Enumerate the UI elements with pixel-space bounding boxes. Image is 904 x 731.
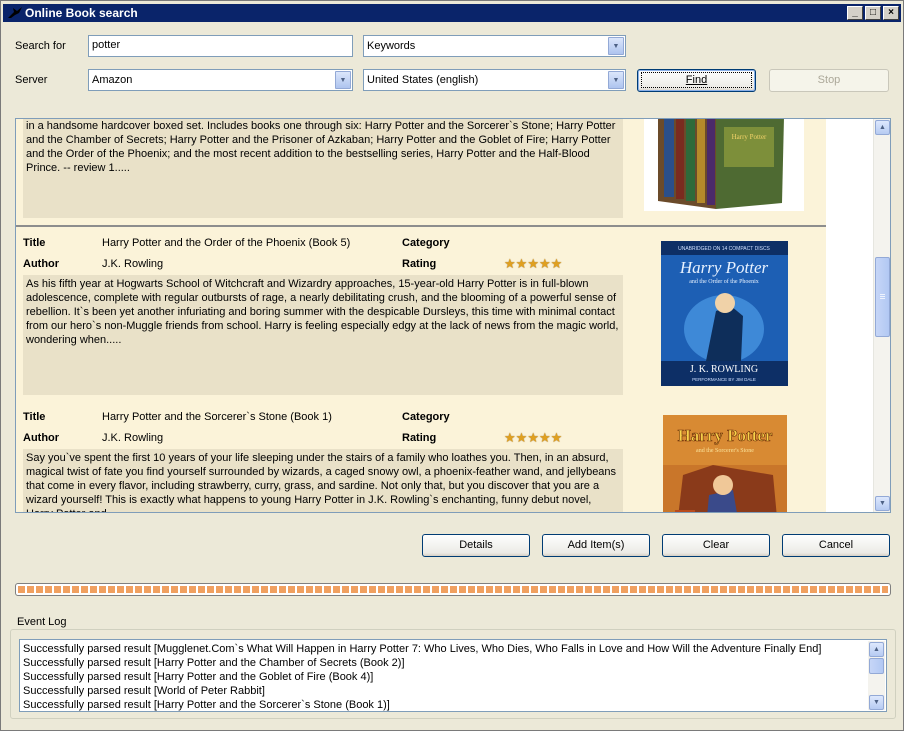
star-icon: ★ — [527, 430, 539, 445]
rating-stars: ★ ★ ★ ★ ★ — [504, 431, 562, 444]
event-log-scrollbar[interactable]: ▲ ▼ — [868, 641, 885, 710]
event-log-list[interactable]: Successfully parsed result [Mugglenet.Co… — [19, 639, 887, 712]
star-icon: ★ — [515, 256, 528, 271]
scroll-down-icon[interactable]: ▼ — [869, 695, 884, 710]
close-button[interactable]: × — [883, 6, 899, 20]
chevron-down-icon[interactable]: ▼ — [335, 71, 351, 89]
order-of-phoenix-cover-image: UNABRIDGED ON 14 COMPACT DISCS Harry Pot… — [661, 241, 788, 386]
svg-text:Harry Potter: Harry Potter — [732, 133, 767, 141]
scroll-up-icon[interactable]: ▲ — [869, 642, 884, 657]
log-line: Successfully parsed result [Harry Potter… — [23, 671, 374, 683]
server-label: Server — [15, 74, 48, 86]
star-icon: ★ — [538, 430, 551, 445]
find-button-label: Find — [685, 74, 708, 86]
result-title: Harry Potter and the Order of the Phoeni… — [102, 237, 351, 249]
title-bar[interactable]: Online Book search _ □ × — [3, 4, 901, 22]
category-label: Category — [402, 237, 450, 249]
svg-text:and the Order of the Phoenix: and the Order of the Phoenix — [689, 278, 758, 285]
stop-button[interactable]: Stop — [769, 69, 889, 92]
scroll-up-icon[interactable]: ▲ — [875, 120, 890, 135]
bird-icon — [8, 7, 22, 18]
log-line: Successfully parsed result [World of Pet… — [23, 685, 265, 697]
star-icon: ★ — [515, 430, 528, 445]
svg-text:J. K. ROWLING: J. K. ROWLING — [690, 364, 758, 375]
result-author: J.K. Rowling — [102, 258, 164, 270]
scroll-thumb[interactable] — [875, 257, 890, 337]
svg-text:and the Sorcerer's Stone: and the Sorcerer's Stone — [696, 448, 754, 454]
details-button[interactable]: Details — [422, 534, 530, 557]
star-icon: ★ — [527, 256, 539, 271]
result-item[interactable]: in a handsome hardcover boxed set. Inclu… — [16, 119, 826, 227]
svg-text:Harry Potter: Harry Potter — [678, 426, 773, 445]
star-icon: ★ — [504, 256, 516, 271]
results-scrollbar[interactable]: ▲ ▼ — [873, 119, 890, 512]
result-description: Say you`ve spent the first 10 years of y… — [23, 449, 623, 512]
scroll-thumb[interactable] — [869, 658, 884, 674]
title-label: Title — [23, 411, 46, 423]
maximize-button[interactable]: □ — [865, 6, 881, 20]
star-icon: ★ — [504, 430, 516, 445]
result-title: Harry Potter and the Sorcerer`s Stone (B… — [102, 411, 332, 423]
star-icon: ★ — [538, 256, 551, 271]
log-line: Successfully parsed result [Harry Potter… — [23, 657, 405, 669]
clear-button[interactable]: Clear — [662, 534, 770, 557]
search-field-select[interactable]: Keywords ▼ — [363, 35, 626, 57]
result-description: As his fifth year at Hogwarts School of … — [23, 275, 623, 395]
event-log-title: Event Log — [15, 616, 69, 628]
server-value: Amazon — [92, 74, 133, 86]
search-input[interactable]: potter — [88, 35, 353, 57]
result-item[interactable]: Title Harry Potter and the Sorcerer`s St… — [16, 401, 826, 512]
find-button[interactable]: Find — [637, 69, 756, 92]
chevron-down-icon[interactable]: ▼ — [608, 37, 624, 55]
search-for-label: Search for — [15, 40, 66, 52]
server-select[interactable]: Amazon ▼ — [88, 69, 353, 91]
progress-bar — [15, 583, 891, 596]
svg-text:UNABRIDGED ON 14 COMPACT DISCS: UNABRIDGED ON 14 COMPACT DISCS — [678, 246, 770, 252]
rating-stars: ★ ★ ★ ★ ★ — [504, 257, 562, 270]
minimize-button[interactable]: _ — [847, 6, 863, 20]
boxed-set-cover-image: Harry Potter — [644, 119, 804, 211]
locale-value: United States (english) — [367, 74, 479, 86]
category-label: Category — [402, 411, 450, 423]
rating-label: Rating — [402, 258, 437, 270]
result-author: J.K. Rowling — [102, 432, 164, 444]
star-icon: ★ — [550, 430, 563, 445]
cancel-button[interactable]: Cancel — [782, 534, 890, 557]
locale-select[interactable]: United States (english) ▼ — [363, 69, 626, 91]
results-viewport: in a handsome hardcover boxed set. Inclu… — [16, 119, 826, 512]
result-item[interactable]: Title Harry Potter and the Order of the … — [16, 227, 826, 403]
star-icon: ★ — [550, 256, 563, 271]
result-description: in a handsome hardcover boxed set. Inclu… — [23, 119, 623, 218]
author-label: Author — [23, 258, 60, 270]
results-list[interactable]: in a handsome hardcover boxed set. Inclu… — [15, 118, 891, 513]
title-label: Title — [23, 237, 46, 249]
log-line: Successfully parsed result [Harry Potter… — [23, 699, 390, 711]
progress-fill — [18, 586, 888, 593]
window-title: Online Book search — [25, 6, 138, 20]
log-line: Successfully parsed result [Mugglenet.Co… — [23, 643, 822, 655]
add-items-button[interactable]: Add Item(s) — [542, 534, 650, 557]
svg-text:Harry Potter: Harry Potter — [679, 258, 769, 277]
search-field-value: Keywords — [367, 40, 416, 52]
main-window: Online Book search _ □ × Search for pott… — [0, 0, 904, 731]
svg-text:PERFORMANCE BY JIM DALE: PERFORMANCE BY JIM DALE — [692, 377, 756, 382]
scroll-down-icon[interactable]: ▼ — [875, 496, 890, 511]
chevron-down-icon[interactable]: ▼ — [608, 71, 624, 89]
sorcerers-stone-cover-image: Harry Potter and the Sorcerer's Stone — [663, 415, 787, 512]
author-label: Author — [23, 432, 60, 444]
rating-label: Rating — [402, 432, 437, 444]
